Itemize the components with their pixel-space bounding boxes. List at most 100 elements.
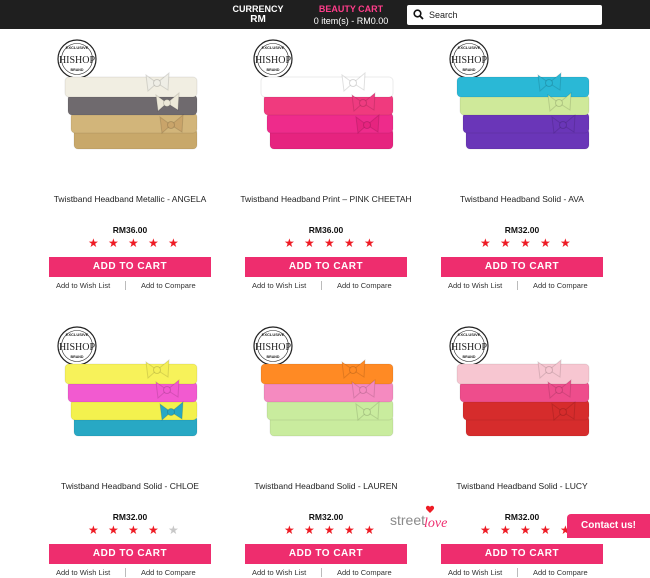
product-image[interactable]: HISHOP EXCLUSIVE BRAND: [245, 37, 407, 172]
rating-star-icon: ★: [344, 236, 355, 250]
badge-sub: BRAND: [267, 355, 280, 359]
product-title[interactable]: Twistband Headband Metallic - ANGELA: [39, 193, 221, 205]
cart-summary[interactable]: 0 item(s) - RM0.00: [298, 16, 404, 26]
add-to-cart-button[interactable]: ADD TO CART: [245, 257, 407, 277]
badge-name: HISHOP: [451, 342, 488, 353]
rating-star-icon: ★: [148, 523, 159, 537]
rating-star-icon: ★: [500, 523, 511, 537]
add-to-compare-link[interactable]: Add to Compare: [533, 281, 588, 290]
add-to-wishlist-link[interactable]: Add to Wish List: [448, 281, 502, 290]
add-to-cart-button[interactable]: ADD TO CART: [441, 257, 603, 277]
contact-us-button[interactable]: Contact us!: [567, 514, 650, 538]
link-divider: [517, 281, 518, 290]
hishop-logo-icon: HISHOP EXCLUSIVE BRAND: [57, 326, 97, 366]
currency-label: CURRENCY: [232, 4, 284, 14]
product-title[interactable]: Twistband Headband Print – PINK CHEETAH: [235, 193, 417, 205]
product-price: RM32.00: [112, 512, 148, 522]
product-title[interactable]: Twistband Headband Solid - AVA: [431, 193, 613, 205]
rating-stars: ★ ★ ★ ★ ★: [88, 523, 179, 537]
badge-name: HISHOP: [255, 342, 292, 353]
rating-star-icon: ★: [344, 523, 355, 537]
product-image-wrap[interactable]: HISHOP EXCLUSIVE BRAND: [245, 37, 407, 172]
rating-stars: ★ ★ ★ ★ ★: [88, 236, 179, 250]
hishop-logo-icon: HISHOP EXCLUSIVE BRAND: [253, 39, 293, 79]
badge-arc: EXCLUSIVE: [66, 332, 89, 337]
cart-label[interactable]: BEAUTY CART: [298, 4, 404, 14]
beauty-cart[interactable]: BEAUTY CART 0 item(s) - RM0.00: [298, 4, 404, 26]
rating-star-icon: ★: [88, 523, 99, 537]
search-box[interactable]: [407, 5, 602, 25]
badge-arc: EXCLUSIVE: [262, 45, 285, 50]
rating-star-icon: ★: [540, 523, 551, 537]
rating-star-icon: ★: [364, 236, 375, 250]
rating-star-icon: ★: [480, 236, 491, 250]
product-image-wrap[interactable]: HISHOP EXCLUSIVE BRAND: [49, 37, 211, 172]
rating-star-icon: ★: [108, 236, 119, 250]
rating-star-icon: ★: [128, 236, 139, 250]
rating-star-icon: ★: [324, 236, 335, 250]
badge-sub: BRAND: [463, 68, 476, 72]
product-links: Add to Wish List Add to Compare: [441, 281, 603, 291]
add-to-cart-button[interactable]: ADD TO CART: [49, 257, 211, 277]
link-divider: [125, 568, 126, 577]
badge-sub: BRAND: [71, 68, 84, 72]
rating-stars: ★ ★ ★ ★ ★: [284, 236, 375, 250]
rating-star-icon: ★: [364, 523, 375, 537]
add-to-cart-button[interactable]: ADD TO CART: [441, 544, 603, 564]
rating-star-icon: ★: [284, 523, 295, 537]
product-image-wrap[interactable]: HISHOP EXCLUSIVE BRAND: [441, 37, 603, 172]
rating-star-icon: ★: [520, 236, 531, 250]
product-image-wrap[interactable]: HISHOP EXCLUSIVE BRAND: [441, 324, 603, 459]
add-to-cart-button[interactable]: ADD TO CART: [49, 544, 211, 564]
top-bar: CURRENCY RM BEAUTY CART 0 item(s) - RM0.…: [0, 0, 650, 29]
add-to-compare-link[interactable]: Add to Compare: [337, 568, 392, 577]
badge-sub: BRAND: [267, 68, 280, 72]
badge-sub: BRAND: [463, 355, 476, 359]
product-image-wrap[interactable]: HISHOP EXCLUSIVE BRAND: [245, 324, 407, 459]
rating-star-icon: ★: [540, 236, 551, 250]
rating-star-icon: ★: [324, 523, 335, 537]
streetlove-watermark: street love: [388, 503, 458, 533]
hishop-logo-icon: HISHOP EXCLUSIVE BRAND: [449, 39, 489, 79]
product-links: Add to Wish List Add to Compare: [49, 281, 211, 291]
badge-arc: EXCLUSIVE: [458, 332, 481, 337]
add-to-compare-link[interactable]: Add to Compare: [533, 568, 588, 577]
search-icon[interactable]: [413, 9, 424, 20]
currency-value[interactable]: RM: [220, 15, 296, 25]
product-image[interactable]: HISHOP EXCLUSIVE BRAND: [245, 324, 407, 459]
product-price: RM32.00: [308, 512, 344, 522]
rating-star-icon: ★: [88, 236, 99, 250]
product-image[interactable]: HISHOP EXCLUSIVE BRAND: [49, 37, 211, 172]
add-to-wishlist-link[interactable]: Add to Wish List: [252, 568, 306, 577]
product-image-wrap[interactable]: HISHOP EXCLUSIVE BRAND: [49, 324, 211, 459]
product-image[interactable]: HISHOP EXCLUSIVE BRAND: [49, 324, 211, 459]
add-to-compare-link[interactable]: Add to Compare: [141, 281, 196, 290]
add-to-wishlist-link[interactable]: Add to Wish List: [56, 281, 110, 290]
badge-name: HISHOP: [59, 342, 96, 353]
watermark-love: love: [424, 516, 447, 531]
product-title[interactable]: Twistband Headband Solid - LAUREN: [235, 480, 417, 492]
search-input[interactable]: [429, 7, 597, 23]
add-to-wishlist-link[interactable]: Add to Wish List: [448, 568, 502, 577]
currency-selector[interactable]: CURRENCY RM: [220, 4, 296, 25]
rating-star-icon: ★: [148, 236, 159, 250]
badge-arc: EXCLUSIVE: [66, 45, 89, 50]
rating-star-icon: ★: [284, 236, 295, 250]
add-to-compare-link[interactable]: Add to Compare: [337, 281, 392, 290]
badge-arc: EXCLUSIVE: [262, 332, 285, 337]
rating-star-icon: ★: [480, 523, 491, 537]
rating-star-icon: ★: [304, 523, 315, 537]
product-price: RM36.00: [112, 225, 148, 235]
add-to-wishlist-link[interactable]: Add to Wish List: [56, 568, 110, 577]
badge-sub: BRAND: [71, 355, 84, 359]
add-to-cart-button[interactable]: ADD TO CART: [245, 544, 407, 564]
product-image[interactable]: HISHOP EXCLUSIVE BRAND: [441, 37, 603, 172]
add-to-compare-link[interactable]: Add to Compare: [141, 568, 196, 577]
watermark-street: street: [390, 512, 425, 528]
rating-star-icon: ★: [128, 523, 139, 537]
product-links: Add to Wish List Add to Compare: [49, 568, 211, 578]
product-title[interactable]: Twistband Headband Solid - LUCY: [431, 480, 613, 492]
product-title[interactable]: Twistband Headband Solid - CHLOE: [39, 480, 221, 492]
add-to-wishlist-link[interactable]: Add to Wish List: [252, 281, 306, 290]
product-image[interactable]: HISHOP EXCLUSIVE BRAND: [441, 324, 603, 459]
